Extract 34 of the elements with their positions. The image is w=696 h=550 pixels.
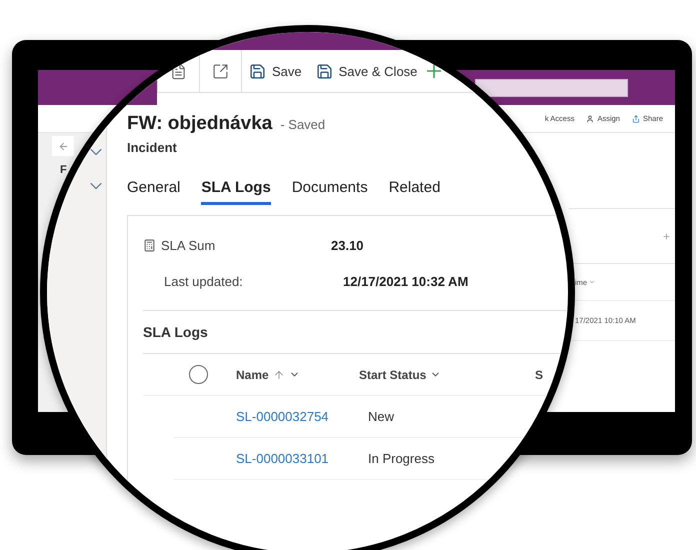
table-cell-text: In Progress bbox=[367, 451, 436, 466]
save-icon bbox=[316, 62, 333, 80]
back-button[interactable] bbox=[52, 136, 74, 156]
form-icon bbox=[170, 62, 187, 80]
select-all-checkbox[interactable] bbox=[189, 365, 208, 384]
tab[interactable]: SLA Logs bbox=[201, 179, 271, 205]
calculator-icon bbox=[143, 238, 156, 252]
field-value: 12/17/2021 10:32 AM bbox=[343, 274, 470, 288]
record-link[interactable]: SL-0000032754 bbox=[222, 409, 345, 424]
tab[interactable]: Related bbox=[388, 179, 440, 205]
search-field[interactable] bbox=[475, 78, 628, 96]
field-label: Last updated: bbox=[164, 274, 244, 288]
popout-icon bbox=[212, 62, 229, 80]
entity-name: Incident bbox=[127, 140, 178, 155]
save-status: - Saved bbox=[280, 117, 326, 132]
chevron-down-icon bbox=[589, 279, 596, 285]
field-label: SLA Sum bbox=[143, 238, 331, 252]
column-header[interactable]: S bbox=[521, 368, 544, 382]
field-value: 23.10 bbox=[331, 238, 365, 252]
record-link[interactable]: SL-0000033101 bbox=[222, 451, 345, 466]
person-icon bbox=[586, 114, 594, 122]
plus-icon bbox=[427, 64, 442, 78]
back-arrow-icon bbox=[58, 140, 68, 152]
sort-up-icon bbox=[272, 368, 285, 380]
nav-label: F bbox=[59, 164, 68, 176]
column-header[interactable]: Name bbox=[222, 368, 300, 382]
section-title: SLA Logs bbox=[143, 323, 209, 342]
tab[interactable]: Documents bbox=[292, 179, 368, 205]
save-icon bbox=[249, 62, 266, 80]
record-title: FW: objednávka bbox=[127, 113, 272, 135]
share-icon bbox=[632, 114, 640, 122]
table-cell-text: New bbox=[367, 409, 396, 424]
column-header[interactable]: Start Status bbox=[345, 368, 442, 382]
tab[interactable]: General bbox=[127, 179, 180, 205]
